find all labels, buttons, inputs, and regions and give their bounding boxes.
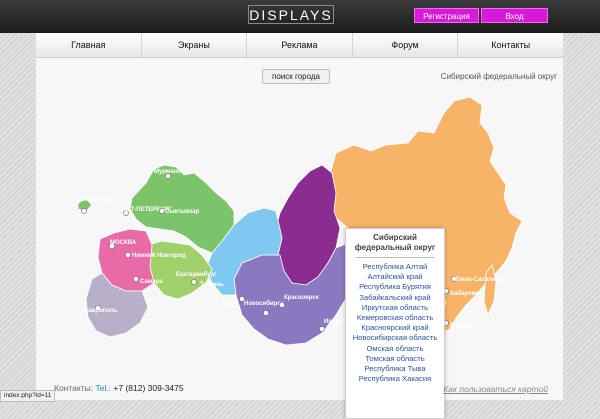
- region-link[interactable]: Красноярский край: [346, 323, 444, 333]
- city-marker-syktyvkar[interactable]: [159, 208, 164, 213]
- city-label-syktyvkar: Сыктывкар: [165, 209, 200, 215]
- city-label-kaliningrad: Калининград: [76, 197, 115, 203]
- city-label-yekaterinburg: Екатеринбург: [176, 271, 217, 278]
- city-label-moscow: МОСКВА: [110, 240, 137, 246]
- page-content: Главная Экраны Реклама Форум Контакты по…: [36, 33, 563, 400]
- contacts-label: Контакты:: [54, 383, 93, 393]
- russia-map: Мурманск Калининград САНКТ-ПЕТЕРБУРГ Сык…: [36, 33, 563, 400]
- tel-label: Tel.:: [95, 383, 111, 393]
- footer-contacts: Контакты: Tel.: +7 (812) 309-3475: [54, 383, 184, 393]
- city-marker-novosibirsk[interactable]: [263, 310, 268, 315]
- city-marker-samara[interactable]: [133, 276, 138, 281]
- city-label-yuzhno: Южно-Сахалинск: [454, 277, 506, 283]
- region-link[interactable]: Кемеровская область: [346, 313, 444, 323]
- status-bar-url: index.php?id=11: [0, 390, 55, 402]
- city-label-nnovgorod: Нижний Новгород: [132, 252, 186, 259]
- city-label-stavropol: Ставрополь: [81, 308, 118, 314]
- city-label-vladivostok: Владивосток: [450, 323, 489, 329]
- region-link[interactable]: Республика Тыва: [346, 364, 444, 374]
- city-label-krasnoyarsk: Красноярск: [284, 295, 319, 301]
- region-link[interactable]: Алтайский край: [346, 272, 444, 282]
- site-logo[interactable]: DISPLAYS: [248, 5, 334, 24]
- region-link[interactable]: Республика Хакасия: [346, 374, 444, 384]
- city-marker-krasnoyarsk[interactable]: [279, 302, 284, 307]
- login-button[interactable]: Вход: [481, 8, 548, 23]
- city-marker-irkutsk[interactable]: [319, 326, 324, 331]
- city-label-murmansk: Мурманск: [154, 169, 184, 175]
- city-label-tyumen: Тюмень: [200, 282, 224, 288]
- region-link[interactable]: Томская область: [346, 354, 444, 364]
- city-label-samara: Самара: [140, 279, 163, 285]
- popup-title: Сибирский федеральный округ: [346, 233, 444, 253]
- city-label-novosibirsk: Новосибирск: [244, 300, 284, 307]
- phone-number: +7 (812) 309-3475: [113, 383, 183, 393]
- map-help-link[interactable]: Как пользоваться картой: [443, 384, 548, 394]
- region-link[interactable]: Республика Бурятия: [346, 282, 444, 292]
- popup-region-list: Республика Алтай Алтайский край Республи…: [346, 262, 444, 384]
- city-label-omsk: Омск: [222, 301, 237, 307]
- popup-divider: [356, 257, 434, 258]
- district-popup: Сибирский федеральный округ Республика А…: [345, 228, 445, 419]
- region-link[interactable]: Забайкальский край: [346, 293, 444, 303]
- city-marker-yekaterinburg[interactable]: [191, 279, 196, 284]
- region-link[interactable]: Иркутская область: [346, 303, 444, 313]
- city-marker-kaliningrad[interactable]: [81, 208, 86, 213]
- city-marker-nnovgorod[interactable]: [125, 252, 130, 257]
- top-bar: DISPLAYS Регистрация Вход: [0, 0, 600, 33]
- city-label-khabarovsk: Хабаровск: [450, 290, 482, 297]
- map-region-volga[interactable]: [148, 241, 212, 299]
- region-link[interactable]: Новосибирская область: [346, 333, 444, 343]
- region-link[interactable]: Республика Алтай: [346, 262, 444, 272]
- region-link[interactable]: Омская область: [346, 344, 444, 354]
- register-button[interactable]: Регистрация: [414, 8, 479, 23]
